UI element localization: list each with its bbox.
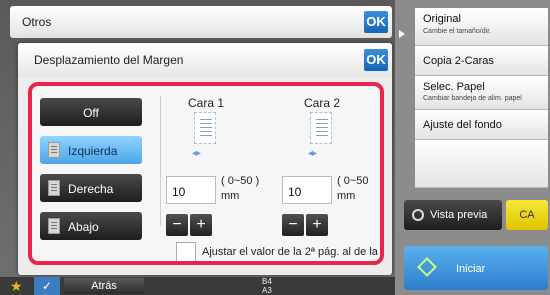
otros-ok-button[interactable]: OK — [364, 11, 388, 33]
dialog-title: Desplazamiento del Margen — [34, 53, 184, 67]
paper-size-info: B4 A3 — [262, 277, 272, 295]
option-bottom-label: Abajo — [68, 220, 99, 234]
empty-slot — [415, 140, 548, 188]
fondo-title: Ajuste del fondo — [423, 119, 502, 131]
side2-plus-button[interactable]: + — [306, 214, 328, 236]
papel-title: Selec. Papel — [423, 81, 485, 93]
original-button[interactable]: Original Cambie el tamaño/dir. — [415, 8, 548, 46]
option-right-label: Derecha — [68, 182, 114, 196]
copia-title: Copia 2-Caras — [423, 55, 494, 67]
page-bottom-icon — [48, 218, 60, 234]
side1-column: Cara 1 ◂▸ 10 ( 0~50 ) mm − + — [166, 92, 266, 261]
otros-title: Otros — [22, 15, 52, 29]
side1-plus-button[interactable]: + — [190, 214, 212, 236]
side1-title: Cara 1 — [187, 96, 225, 110]
dialog-ok-button[interactable]: OK — [364, 49, 388, 71]
settings-frame: Off Izquierda Derecha Abajo Cara 1 ◂▸ 10… — [28, 82, 384, 265]
ajuste-fondo-button[interactable]: Ajuste del fondo — [415, 110, 548, 140]
side2-unit-label: mm — [337, 190, 356, 202]
side1-range-label: ( 0~50 ) — [221, 175, 260, 187]
side1-shift-arrow-icon: ◂▸ — [192, 148, 201, 159]
original-title: Original — [423, 13, 461, 25]
side2-column: Cara 2 ◂▸ 10 ( 0~50 mm − + — [282, 92, 380, 261]
paper-size-a3: A3 — [262, 286, 272, 295]
side1-unit-label: mm — [221, 190, 240, 202]
background-window: Otros OK Desplazamiento del Margen OK Of… — [0, 0, 395, 295]
expand-arrow-icon[interactable] — [399, 30, 405, 38]
option-left-label: Izquierda — [68, 144, 118, 158]
paper-size-b4: B4 — [262, 277, 272, 286]
option-off-label: Off — [83, 106, 99, 120]
option-off-button[interactable]: Off — [40, 98, 142, 126]
margin-shift-dialog: Desplazamiento del Margen OK Off Izquier… — [18, 43, 392, 275]
side1-minus-button[interactable]: − — [166, 214, 188, 236]
vista-label: Vista previa — [430, 209, 488, 221]
page-left-icon — [48, 142, 60, 158]
selec-papel-button[interactable]: Selec. Papel Cambiar bandeja de alim. pa… — [415, 76, 548, 110]
start-diamond-icon — [417, 257, 437, 277]
otros-header: Otros OK — [10, 6, 392, 38]
papel-subtitle: Cambiar bandeja de alim. papel — [423, 95, 522, 102]
copia-2caras-button[interactable]: Copia 2-Caras — [415, 46, 548, 76]
side1-value-input[interactable]: 10 — [166, 176, 216, 204]
direction-options: Off Izquierda Derecha Abajo — [38, 92, 142, 261]
original-subtitle: Cambie el tamaño/dir. — [423, 28, 492, 35]
dialog-header: Desplazamiento del Margen OK — [18, 43, 392, 77]
side2-range-label: ( 0~50 — [337, 175, 369, 187]
side2-title: Cara 2 — [303, 96, 341, 110]
bottom-bar: ★ ✓ Atrás B4 A3 — [0, 277, 395, 295]
vista-previa-button[interactable]: Vista previa — [404, 200, 502, 230]
back-button[interactable]: Atrás — [64, 278, 144, 294]
option-left-button[interactable]: Izquierda — [40, 136, 142, 164]
star-icon[interactable]: ★ — [10, 278, 23, 295]
check-icon[interactable]: ✓ — [34, 277, 60, 295]
side2-page-icon — [310, 112, 332, 144]
side2-value-input[interactable]: 10 — [282, 176, 332, 204]
page-right-icon — [48, 180, 60, 196]
start-label: Iniciar — [456, 263, 486, 275]
adjust-checkbox[interactable] — [176, 242, 196, 261]
adjust-label: Ajustar el valor de la 2ª pág. al de la … — [202, 246, 382, 258]
option-right-button[interactable]: Derecha — [40, 174, 142, 202]
magnifier-icon — [412, 209, 424, 221]
side2-shift-arrow-icon: ◂▸ — [308, 148, 317, 159]
side2-minus-button[interactable]: − — [282, 214, 304, 236]
start-button[interactable]: Iniciar — [404, 246, 548, 290]
ca-button[interactable]: CA — [506, 200, 548, 230]
column-divider — [160, 96, 161, 226]
option-bottom-button[interactable]: Abajo — [40, 212, 142, 240]
side1-page-icon — [194, 112, 216, 144]
